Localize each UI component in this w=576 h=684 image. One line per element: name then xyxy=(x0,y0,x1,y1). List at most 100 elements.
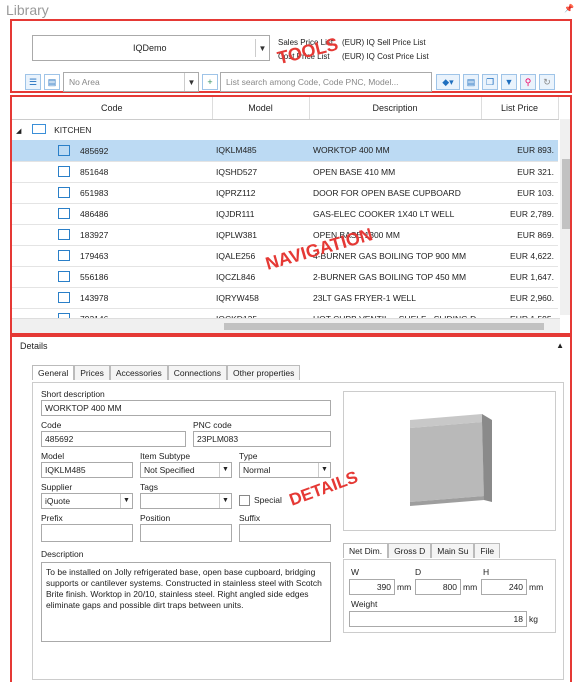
table-row[interactable]: 486486 IQJDR111 GAS-ELEC COOKER 1X40 LT … xyxy=(12,203,558,225)
collapse-icon[interactable]: ▲ xyxy=(556,341,564,350)
tab-other-properties[interactable]: Other properties xyxy=(226,365,301,380)
model-field[interactable]: IQKLM485 xyxy=(41,462,133,478)
chevron-down-icon[interactable]: ▼ xyxy=(219,494,231,508)
search-input[interactable]: List search among Code, Code PNC, Model.… xyxy=(220,72,432,92)
position-field[interactable] xyxy=(140,524,232,542)
depth-unit: mm xyxy=(463,582,478,592)
refresh-icon[interactable]: ↻ xyxy=(539,74,555,90)
row-code: 179463 xyxy=(80,251,109,261)
library-window: Library 📌 IUOTE IQDemo ▼ Sales Price Lis… xyxy=(0,0,576,684)
row-description: WORKTOP 400 MM xyxy=(309,140,481,162)
details-header: Details xyxy=(20,341,48,351)
row-description: GAS-ELEC COOKER 1X40 LT WELL xyxy=(309,203,481,225)
chevron-down-icon[interactable]: ▼ xyxy=(184,73,198,91)
column-header-model[interactable]: Model xyxy=(212,97,310,120)
row-price: EUR 2,960. xyxy=(481,287,558,309)
item-icon xyxy=(58,208,70,219)
area-select[interactable]: No Area ▼ xyxy=(63,72,199,92)
supplier-select[interactable]: iQuote ▼ xyxy=(41,493,133,509)
tab-file[interactable]: File xyxy=(474,543,501,558)
folder-icon xyxy=(31,124,46,135)
tab-main-supply[interactable]: Main Su xyxy=(431,543,475,558)
width-field[interactable]: 390 xyxy=(349,579,395,595)
details-tabs: General Prices Accessories Connections O… xyxy=(32,365,301,380)
item-subtype-select[interactable]: Not Specified ▼ xyxy=(140,462,232,478)
row-model: IQPLW381 xyxy=(212,224,309,246)
tags-select[interactable]: ▼ xyxy=(140,493,232,509)
scroll-thumb[interactable] xyxy=(562,159,570,229)
column-header-description[interactable]: Description xyxy=(309,97,482,120)
row-price: EUR 893. xyxy=(481,140,558,162)
type-select[interactable]: Normal ▼ xyxy=(239,462,331,478)
item-icon xyxy=(58,229,70,240)
zoom-icon[interactable]: ⚲ xyxy=(520,74,536,90)
height-field[interactable]: 240 xyxy=(481,579,527,595)
pin-icon[interactable]: 📌 xyxy=(564,4,574,13)
copy-icon[interactable]: ❐ xyxy=(482,74,498,90)
table-row[interactable]: 485692 IQKLM485 WORKTOP 400 MM EUR 893. xyxy=(12,140,558,162)
cost-price-value: (EUR) IQ Cost Price List xyxy=(342,52,429,61)
description-label: Description xyxy=(41,549,84,559)
chevron-down-icon[interactable]: ▼ xyxy=(318,463,330,477)
weight-field[interactable]: 18 xyxy=(349,611,527,627)
chart-icon[interactable]: ▤ xyxy=(463,74,479,90)
customer-combo[interactable]: IQDemo ▼ xyxy=(32,35,270,61)
table-row[interactable]: 851648 IQSHD527 OPEN BASE 410 MM EUR 321… xyxy=(12,161,558,183)
row-price: EUR 321. xyxy=(481,161,558,183)
row-code: 486486 xyxy=(80,209,109,219)
description-field[interactable]: To be installed on Jolly refrigerated ba… xyxy=(41,562,331,642)
add-area-icon[interactable]: + xyxy=(202,74,218,90)
type-label: Type xyxy=(239,451,258,461)
table-row[interactable]: 143978 IQRYW458 23LT GAS FRYER-1 WELL EU… xyxy=(12,287,558,309)
tags-label: Tags xyxy=(140,482,158,492)
special-checkbox[interactable] xyxy=(239,495,250,506)
row-description: DOOR FOR OPEN BASE CUPBOARD xyxy=(309,182,481,204)
item-icon xyxy=(58,166,70,177)
table-row[interactable]: 651983 IQPRZ112 DOOR FOR OPEN BASE CUPBO… xyxy=(12,182,558,204)
pnc-field[interactable]: 23PLM083 xyxy=(193,431,331,447)
row-description: 23LT GAS FRYER-1 WELL xyxy=(309,287,481,309)
column-header-code[interactable]: Code xyxy=(12,97,213,120)
table-row[interactable]: 183927 IQPLW381 OPEN BASE 1300 MM EUR 86… xyxy=(12,224,558,246)
collapse-icon[interactable]: ◢ xyxy=(16,128,21,135)
prefix-field[interactable] xyxy=(41,524,133,542)
tab-connections[interactable]: Connections xyxy=(167,365,227,380)
tab-prices[interactable]: Prices xyxy=(74,365,110,380)
chevron-down-icon[interactable]: ▼ xyxy=(255,39,269,57)
list-view-icon[interactable]: ▤ xyxy=(44,74,60,90)
model-label: Model xyxy=(41,451,65,461)
chevron-down-icon[interactable]: ▼ xyxy=(219,463,231,477)
row-model: IQPRZ112 xyxy=(212,182,309,204)
type-value: Normal xyxy=(243,465,271,475)
dimension-tabs: Net Dim. Gross D Main Su File xyxy=(343,543,501,558)
tab-gross-dim[interactable]: Gross D xyxy=(388,543,432,558)
special-label: Special xyxy=(254,495,282,505)
vertical-scrollbar[interactable] xyxy=(560,119,570,315)
weight-label: Weight xyxy=(351,599,378,609)
horizontal-scrollbar[interactable] xyxy=(12,318,560,333)
tree-view-icon[interactable]: ☰ xyxy=(25,74,41,90)
group-row-kitchen[interactable]: ◢ KITCHEN xyxy=(12,119,558,140)
code-field[interactable]: 485692 xyxy=(41,431,186,447)
sales-price-value: (EUR) IQ Sell Price List xyxy=(342,38,426,47)
chevron-down-icon[interactable]: ▼ xyxy=(120,494,132,508)
group-label: KITCHEN xyxy=(54,125,92,136)
width-unit: mm xyxy=(397,582,412,592)
row-price: EUR 2,789. xyxy=(481,203,558,225)
suffix-label: Suffix xyxy=(239,513,261,523)
suffix-field[interactable] xyxy=(239,524,331,542)
tab-general[interactable]: General xyxy=(32,365,75,380)
search-placeholder: List search among Code, Code PNC, Model.… xyxy=(226,77,399,87)
filter-icon[interactable]: ▼ xyxy=(501,74,517,90)
short-description-field[interactable]: WORKTOP 400 MM xyxy=(41,400,331,416)
row-model: IQSHD527 xyxy=(212,161,309,183)
scroll-thumb[interactable] xyxy=(224,323,544,330)
column-header-list-price[interactable]: List Price xyxy=(481,97,559,120)
row-code: 851648 xyxy=(80,167,109,177)
tab-net-dim[interactable]: Net Dim. xyxy=(343,543,389,558)
tab-accessories[interactable]: Accessories xyxy=(109,365,168,380)
depth-field[interactable]: 800 xyxy=(415,579,461,595)
tag-filter-icon[interactable]: ◆▾ xyxy=(436,74,460,90)
weight-unit: kg xyxy=(529,614,538,624)
depth-label: D xyxy=(415,567,422,577)
